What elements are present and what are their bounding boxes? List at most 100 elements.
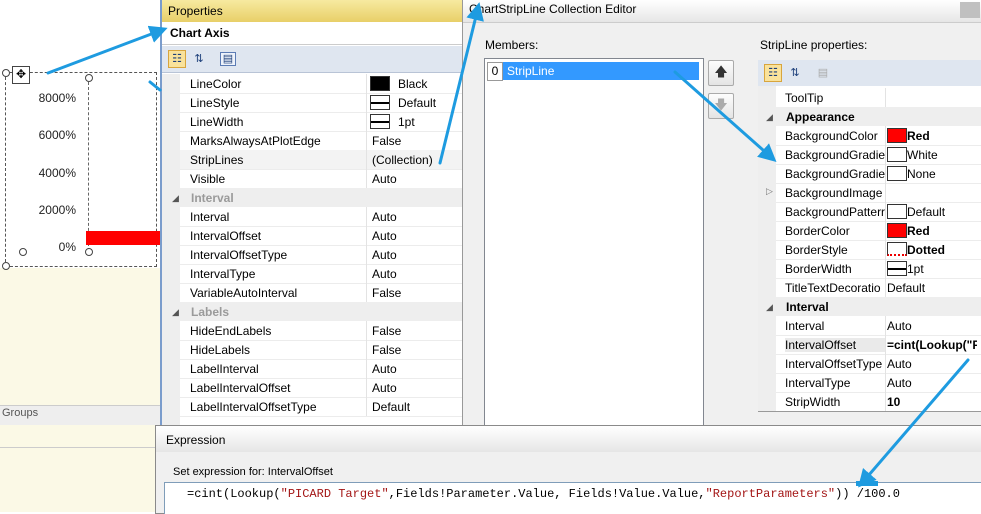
collapse-icon[interactable]: ◢ bbox=[172, 307, 179, 318]
column-separator bbox=[366, 397, 367, 416]
property-value[interactable]: Default bbox=[372, 400, 462, 414]
resize-handle[interactable] bbox=[2, 69, 10, 77]
property-row[interactable]: IntervalType Auto bbox=[180, 264, 462, 284]
move-handle-icon[interactable]: ✥ bbox=[12, 66, 30, 84]
stripline-property-grid: ToolTip ◢ Appearance BackgroundColor Red Back… bbox=[758, 86, 981, 412]
property-value[interactable]: None bbox=[907, 167, 981, 181]
property-row[interactable]: BorderColor Red bbox=[776, 221, 981, 241]
property-row[interactable]: Interval Auto bbox=[180, 207, 462, 227]
value-swatch bbox=[887, 261, 907, 276]
property-value[interactable]: False bbox=[372, 286, 462, 300]
category-header[interactable]: ◢ Interval bbox=[162, 188, 462, 207]
column-separator bbox=[885, 392, 886, 411]
property-name: IntervalType bbox=[190, 267, 256, 281]
property-row[interactable]: LineColor Black bbox=[180, 74, 462, 94]
property-row[interactable]: TitleTextDecoratio Default bbox=[776, 278, 981, 298]
column-separator bbox=[366, 93, 367, 112]
members-list[interactable]: 0 StripLine bbox=[484, 58, 704, 427]
column-separator bbox=[885, 221, 886, 240]
property-value[interactable]: (Collection) bbox=[372, 153, 462, 167]
property-value[interactable]: Default bbox=[907, 205, 981, 219]
property-row[interactable]: HideEndLabels False bbox=[180, 321, 462, 341]
categorized-view-icon[interactable]: ☷ bbox=[764, 64, 782, 82]
properties-title-bar[interactable]: Properties bbox=[162, 0, 462, 22]
plot-area[interactable] bbox=[88, 77, 161, 251]
property-row[interactable]: BorderWidth 1pt bbox=[776, 259, 981, 279]
category-header[interactable]: ◢ Labels bbox=[162, 302, 462, 321]
property-pages-icon[interactable]: ▤ bbox=[814, 64, 832, 82]
collapse-icon[interactable]: ◢ bbox=[766, 112, 773, 123]
property-row[interactable]: Interval Auto bbox=[776, 316, 981, 336]
property-value[interactable]: Dotted bbox=[907, 243, 981, 257]
property-row[interactable]: LineWidth 1pt bbox=[180, 112, 462, 132]
property-row[interactable]: MarksAlwaysAtPlotEdge False bbox=[180, 131, 462, 151]
property-row[interactable]: IntervalOffset Auto bbox=[180, 226, 462, 246]
member-selected[interactable]: StripLine bbox=[503, 62, 699, 80]
property-row[interactable]: BackgroundGradie White bbox=[776, 145, 981, 165]
property-row[interactable]: ▷ BackgroundImage bbox=[766, 183, 981, 203]
resize-handle[interactable] bbox=[2, 262, 10, 270]
property-row[interactable]: LabelIntervalOffsetType Default bbox=[180, 397, 462, 417]
move-down-button[interactable]: 🡇 bbox=[708, 93, 734, 119]
property-value[interactable]: Auto bbox=[887, 357, 977, 371]
category-header[interactable]: ◢ Interval bbox=[758, 297, 981, 316]
close-icon[interactable] bbox=[960, 2, 980, 18]
property-row[interactable]: LineStyle Default bbox=[180, 93, 462, 113]
property-value[interactable]: Red bbox=[907, 129, 981, 143]
alphabetical-sort-icon[interactable]: ⇅ bbox=[786, 64, 804, 82]
property-row[interactable]: BackgroundPatterr Default bbox=[776, 202, 981, 222]
property-row[interactable]: Visible Auto bbox=[180, 169, 462, 189]
property-pages-icon[interactable]: ▤ bbox=[220, 52, 236, 66]
list-item[interactable]: 0 StripLine bbox=[487, 62, 699, 81]
property-row[interactable]: LabelIntervalOffset Auto bbox=[180, 378, 462, 398]
plot-handle[interactable] bbox=[85, 248, 93, 256]
property-value[interactable]: Auto bbox=[372, 172, 462, 186]
property-value[interactable]: Auto bbox=[887, 319, 977, 333]
property-value[interactable]: Auto bbox=[372, 210, 462, 224]
property-row[interactable]: StripLines (Collection) bbox=[180, 150, 462, 170]
property-value[interactable]: Auto bbox=[372, 267, 462, 281]
property-value[interactable]: False bbox=[372, 343, 462, 357]
property-value[interactable]: Default bbox=[887, 281, 977, 295]
category-header[interactable]: ◢ Appearance bbox=[758, 107, 981, 126]
move-up-button[interactable]: 🡅 bbox=[708, 60, 734, 86]
grid-gutter bbox=[758, 86, 776, 411]
property-value[interactable]: Auto bbox=[372, 362, 462, 376]
property-row[interactable]: IntervalOffset =cint(Lookup("PI bbox=[776, 335, 981, 355]
property-value[interactable]: Auto bbox=[372, 229, 462, 243]
property-value[interactable]: 10 bbox=[887, 395, 977, 409]
property-value[interactable]: =cint(Lookup("PI bbox=[887, 338, 977, 352]
plot-handle[interactable] bbox=[85, 74, 93, 82]
property-row[interactable]: HideLabels False bbox=[180, 340, 462, 360]
property-value[interactable]: Auto bbox=[887, 376, 977, 390]
property-row[interactable]: IntervalOffsetType Auto bbox=[180, 245, 462, 265]
categorized-view-icon[interactable]: ☷ bbox=[168, 50, 186, 68]
property-row[interactable]: LabelInterval Auto bbox=[180, 359, 462, 379]
property-row[interactable]: IntervalType Auto bbox=[776, 373, 981, 393]
property-value[interactable]: Auto bbox=[372, 381, 462, 395]
property-value[interactable]: Red bbox=[907, 224, 981, 238]
expand-icon[interactable]: ▷ bbox=[766, 186, 773, 197]
alphabetical-sort-icon[interactable]: ⇅ bbox=[190, 50, 208, 68]
property-value[interactable]: Auto bbox=[372, 248, 462, 262]
expression-editor[interactable]: =cint(Lookup("PICARD Target",Fields!Para… bbox=[164, 482, 981, 514]
column-separator bbox=[366, 283, 367, 302]
property-row[interactable]: IntervalOffsetType Auto bbox=[776, 354, 981, 374]
object-selector[interactable]: Chart Axis bbox=[162, 22, 462, 45]
property-row[interactable]: ToolTip bbox=[776, 88, 981, 108]
editor-title-bar[interactable]: ChartStripLine Collection Editor bbox=[463, 0, 981, 23]
collapse-icon[interactable]: ◢ bbox=[766, 302, 773, 313]
property-row[interactable]: StripWidth 10 bbox=[776, 392, 981, 412]
property-row[interactable]: BorderStyle Dotted bbox=[776, 240, 981, 260]
property-row[interactable]: BackgroundColor Red bbox=[776, 126, 981, 146]
property-name: BackgroundPatterr bbox=[785, 205, 885, 219]
expression-title-bar[interactable]: Expression bbox=[156, 426, 981, 452]
members-label: Members: bbox=[485, 38, 539, 52]
property-value[interactable]: White bbox=[907, 148, 981, 162]
property-row[interactable]: VariableAutoInterval False bbox=[180, 283, 462, 303]
property-value[interactable]: False bbox=[372, 324, 462, 338]
property-row[interactable]: BackgroundGradie None bbox=[776, 164, 981, 184]
property-value[interactable]: False bbox=[372, 134, 462, 148]
property-value[interactable]: 1pt bbox=[907, 262, 981, 276]
collapse-icon[interactable]: ◢ bbox=[172, 193, 179, 204]
